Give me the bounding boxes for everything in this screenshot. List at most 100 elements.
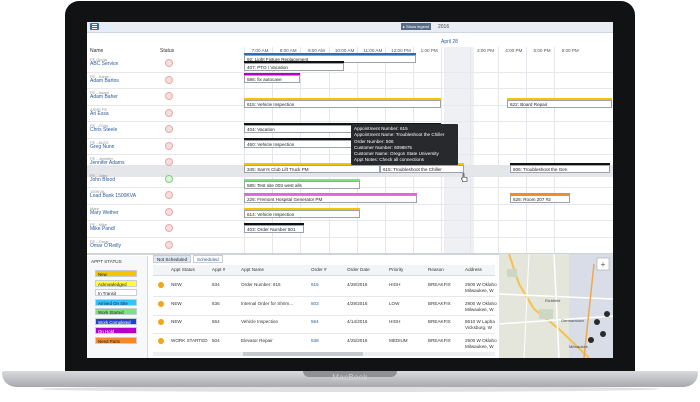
- resource-name-cell[interactable]: 100KVA Load Bank 1500KVA: [90, 189, 136, 199]
- appointment-block[interactable]: 622: Board Repair: [507, 100, 612, 108]
- status-indicator: [165, 191, 173, 199]
- resource-name[interactable]: Adam Bartos: [90, 78, 119, 84]
- resource-name-cell[interactable]: FE - Karen Adam Bartos: [90, 74, 119, 84]
- table-cell-name: Order Number: 615: [241, 282, 281, 287]
- status-indicator: [165, 158, 173, 166]
- appt-status-legend: APPT STATUS New Acknowledged In Transit Arr…: [87, 256, 148, 358]
- grid-line: [497, 47, 499, 253]
- map-image: +: [499, 254, 613, 358]
- resource-name-cell[interactable]: FE - Omar Omar O'Reilly: [90, 239, 121, 249]
- table-cell-order[interactable]: 538: [311, 338, 319, 344]
- tab-scheduled[interactable]: Scheduled: [193, 255, 223, 263]
- time-header: 4:00 PM: [505, 48, 523, 53]
- resource-name-cell[interactable]: FE - John John Blood: [90, 173, 115, 183]
- resource-name[interactable]: Mary Wether: [90, 210, 119, 216]
- grid-line: [469, 47, 471, 253]
- resource-name-cell[interactable]: ASHE FE Ari Essa: [90, 107, 109, 117]
- resource-name-cell[interactable]: FE - Chris Chris Steele: [90, 123, 117, 133]
- tab-not-scheduled[interactable]: Not Scheduled: [153, 255, 192, 263]
- column-header[interactable]: Reason: [428, 267, 444, 273]
- status-indicator: [165, 207, 173, 216]
- resource-name[interactable]: Jennifer Adams: [90, 161, 124, 166]
- appointment-block[interactable]: 407: PTO / Vacation: [244, 63, 344, 71]
- table-cell-address2: Milwaukee, W: [465, 343, 494, 349]
- top-bar: ▸ Show legend 2016: [87, 22, 613, 33]
- column-header[interactable]: Priority: [389, 267, 403, 273]
- legend-item: In Transit: [95, 289, 137, 296]
- appointment-tooltip: Appointment Number: 615 Appointment Name…: [351, 124, 458, 165]
- column-header[interactable]: Appt Status: [171, 267, 195, 273]
- resource-name[interactable]: Load Bank 1500KVA: [90, 194, 136, 199]
- status-indicator: [165, 59, 173, 67]
- resource-name-cell[interactable]: FE - Jennifer Jennifer Adams: [90, 156, 124, 166]
- status-indicator: [165, 125, 173, 133]
- resource-name[interactable]: John Blood: [90, 177, 115, 183]
- table-cell-name: Vehicle Inspection: [241, 319, 279, 324]
- row-divider: [87, 121, 613, 122]
- table-cell-status: NEW: [171, 282, 182, 287]
- resource-name[interactable]: ABC Service: [90, 62, 118, 67]
- resource-name[interactable]: Chris Steele: [90, 128, 117, 133]
- table-cell-reason: BREAKFIX: [428, 319, 451, 324]
- map-label: Germantown: [561, 318, 584, 323]
- table-cell-priority: MEDIUM: [389, 337, 408, 343]
- map-panel[interactable]: + Richfield Germantown Milwaukee: [499, 254, 613, 358]
- tooltip-line: Appointment Name: Troubleshoot the Chill…: [354, 132, 445, 138]
- legend-item: New: [95, 270, 137, 277]
- appointment-block[interactable]: 626: Room 207 #2: [510, 195, 570, 203]
- column-header[interactable]: Order Date: [347, 267, 370, 273]
- status-indicator: [165, 92, 173, 100]
- column-header[interactable]: Appt Name: [241, 267, 264, 273]
- appointment-block[interactable]: 614: Vehicle Inspection: [244, 210, 360, 218]
- appointment-block[interactable]: 615: Vehicle Inspection: [244, 100, 441, 108]
- table-cell-priority: LOW: [389, 300, 400, 306]
- resource-name[interactable]: Greg Nunn: [90, 144, 114, 150]
- table-cell-reason: BREAKFIX: [428, 282, 451, 287]
- legend-item: Arrived On Site: [95, 298, 137, 306]
- resource-name[interactable]: Ari Essa: [90, 111, 109, 117]
- resource-name-cell[interactable]: FE Gloria ABC Service: [90, 57, 118, 67]
- column-header[interactable]: Appt #: [212, 267, 225, 273]
- table-cell-order[interactable]: 564: [311, 319, 319, 325]
- status-dot-icon: [158, 337, 164, 344]
- show-legend-button[interactable]: ▸ Show legend: [401, 23, 432, 30]
- menu-icon[interactable]: [90, 23, 99, 30]
- appointment-block[interactable]: 403: Order Number 501: [244, 225, 304, 233]
- table-row-divider: [153, 314, 495, 316]
- appointment-block[interactable]: 606: Troubleshoot the Gen: [510, 165, 610, 173]
- table-cell-status: NEW: [171, 319, 182, 324]
- resource-name-cell[interactable]: FE - Adam Adam Baher: [90, 90, 118, 100]
- resource-name[interactable]: Adam Baher: [90, 95, 118, 100]
- column-header[interactable]: Address: [465, 267, 482, 273]
- appointment-block[interactable]: 586: fix autocave: [244, 75, 300, 83]
- resource-name-cell[interactable]: FE - Mike Mike Pandl: [90, 222, 115, 232]
- table-horizontal-scrollbar[interactable]: [153, 352, 495, 356]
- table-cell-address2: Milwaukee, W: [465, 288, 494, 293]
- resource-name-cell[interactable]: FE - ALEX Greg Nunn: [90, 140, 114, 150]
- table-cell-reason: BREAKFIX: [428, 337, 451, 343]
- table-cell-order[interactable]: 615: [311, 282, 319, 288]
- table-cell-status: NEW: [171, 300, 182, 306]
- resource-name[interactable]: Mike Pandl: [90, 227, 115, 232]
- status-indicator: [165, 240, 173, 249]
- table-cell-appt: 634: [212, 282, 220, 287]
- appointment-block[interactable]: 615: Troubleshoot the Chiller: [380, 165, 464, 173]
- column-header[interactable]: Order #: [311, 267, 327, 273]
- date-prefix: 2016: [438, 24, 450, 30]
- legend-item: Work Started: [95, 308, 137, 315]
- status-indicator: [165, 174, 173, 183]
- appointment-block[interactable]: 345: Sam's Club Lift Truck PM: [244, 165, 380, 173]
- table-cell-order[interactable]: 503: [311, 301, 319, 307]
- appointment-block[interactable]: 585: Test site 003 west alls: [244, 181, 360, 189]
- legend-item: On Hold: [95, 327, 137, 334]
- resource-name-cell[interactable]: Mary Mary Wether: [90, 206, 119, 216]
- scrollbar-thumb[interactable]: [243, 352, 363, 356]
- appointment-block[interactable]: 226: Fremont Hospital Generator PM: [244, 195, 417, 203]
- date-title: April 28: [441, 39, 458, 45]
- table-cell-priority: HIGH: [389, 282, 401, 287]
- hand-cursor-icon: [461, 173, 468, 182]
- tooltip-line: Appt Notes: Check all connections: [354, 157, 424, 163]
- time-header: 1:00 PM: [420, 48, 438, 53]
- resource-name[interactable]: Omar O'Reilly: [90, 243, 121, 249]
- table-cell-name: Internal Order for Shrim...: [241, 300, 294, 306]
